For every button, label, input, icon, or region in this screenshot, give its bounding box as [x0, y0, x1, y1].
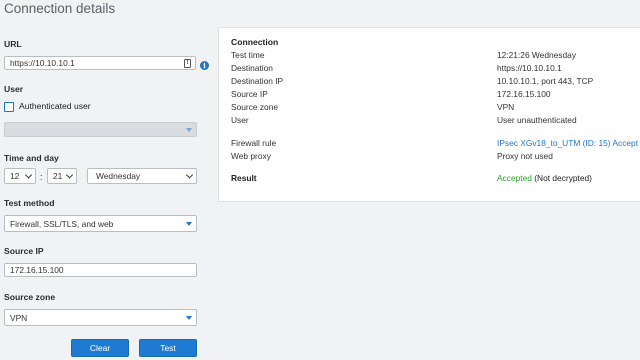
user-label: User [4, 84, 24, 94]
day-value: Wednesday [96, 171, 141, 181]
authenticated-user-checkbox[interactable] [4, 102, 14, 112]
chevron-down-icon [186, 127, 192, 132]
chevron-down-icon [65, 171, 74, 179]
clipboard-icon[interactable]: ! [184, 59, 191, 68]
connection-result-panel: Connection Test time 12:21:26 Wednesday … [218, 27, 640, 202]
row-label-result: Result [231, 173, 257, 183]
hour-select[interactable]: 12 [4, 168, 36, 184]
row-value-source-zone: VPN [497, 102, 515, 112]
test-method-value: Firewall, SSL/TLS, and web [10, 218, 114, 229]
clear-button[interactable]: Clear [71, 339, 129, 357]
connection-heading: Connection [231, 37, 279, 47]
minute-select[interactable]: 21 [47, 168, 77, 184]
chevron-down-icon [24, 171, 33, 179]
day-select[interactable]: Wednesday [87, 168, 197, 184]
url-label: URL [4, 39, 22, 49]
page-title: Connection details [4, 1, 116, 16]
url-value: https://10.10.10.1 [10, 58, 75, 68]
test-button[interactable]: Test [139, 339, 197, 357]
source-zone-select[interactable]: VPN [4, 309, 197, 326]
chevron-down-icon [186, 315, 192, 320]
source-ip-label: Source IP [4, 246, 44, 256]
time-separator: : [40, 172, 43, 182]
row-label-web-proxy: Web proxy [231, 151, 271, 161]
row-value-destination-ip: 10.10.10.1, port 443, TCP [497, 76, 594, 86]
user-select [4, 122, 197, 137]
test-method-label: Test method [4, 198, 55, 208]
chevron-down-icon [185, 171, 194, 179]
row-value-source-ip: 172.16.15.100 [497, 89, 551, 99]
url-input[interactable]: https://10.10.10.1 ! [4, 56, 196, 70]
result-detail: (Not decrypted) [534, 173, 592, 183]
firewall-rule-link[interactable]: IPsec XGv18_to_UTM (ID: 15) Accept [497, 138, 638, 148]
row-label-destination-ip: Destination IP [231, 76, 284, 86]
source-ip-input[interactable]: 172.16.15.100 [4, 263, 197, 277]
info-icon[interactable]: i [200, 61, 209, 70]
result-status: Accepted [497, 173, 532, 183]
time-day-label: Time and day [4, 153, 59, 163]
row-value-test-time: 12:21:26 Wednesday [497, 50, 577, 60]
chevron-down-icon [186, 221, 192, 226]
test-method-select[interactable]: Firewall, SSL/TLS, and web [4, 215, 197, 232]
row-label-user: User [231, 115, 249, 125]
row-label-source-zone: Source zone [231, 102, 279, 112]
hour-value: 12 [10, 171, 20, 181]
row-label-source-ip: Source IP [231, 89, 268, 99]
row-label-test-time: Test time [231, 50, 265, 60]
row-value-destination: https://10.10.10.1 [497, 63, 562, 73]
row-label-firewall-rule: Firewall rule [231, 138, 277, 148]
result-value: Accepted (Not decrypted) [497, 173, 592, 183]
minute-value: 21 [53, 171, 63, 181]
source-zone-label: Source zone [4, 292, 56, 302]
row-value-user: User unauthenticated [497, 115, 577, 125]
row-value-web-proxy: Proxy not used [497, 151, 553, 161]
authenticated-user-label: Authenticated user [19, 101, 91, 111]
row-label-destination: Destination [231, 63, 273, 73]
source-ip-value: 172.16.15.100 [10, 265, 64, 275]
source-zone-value: VPN [10, 312, 28, 323]
